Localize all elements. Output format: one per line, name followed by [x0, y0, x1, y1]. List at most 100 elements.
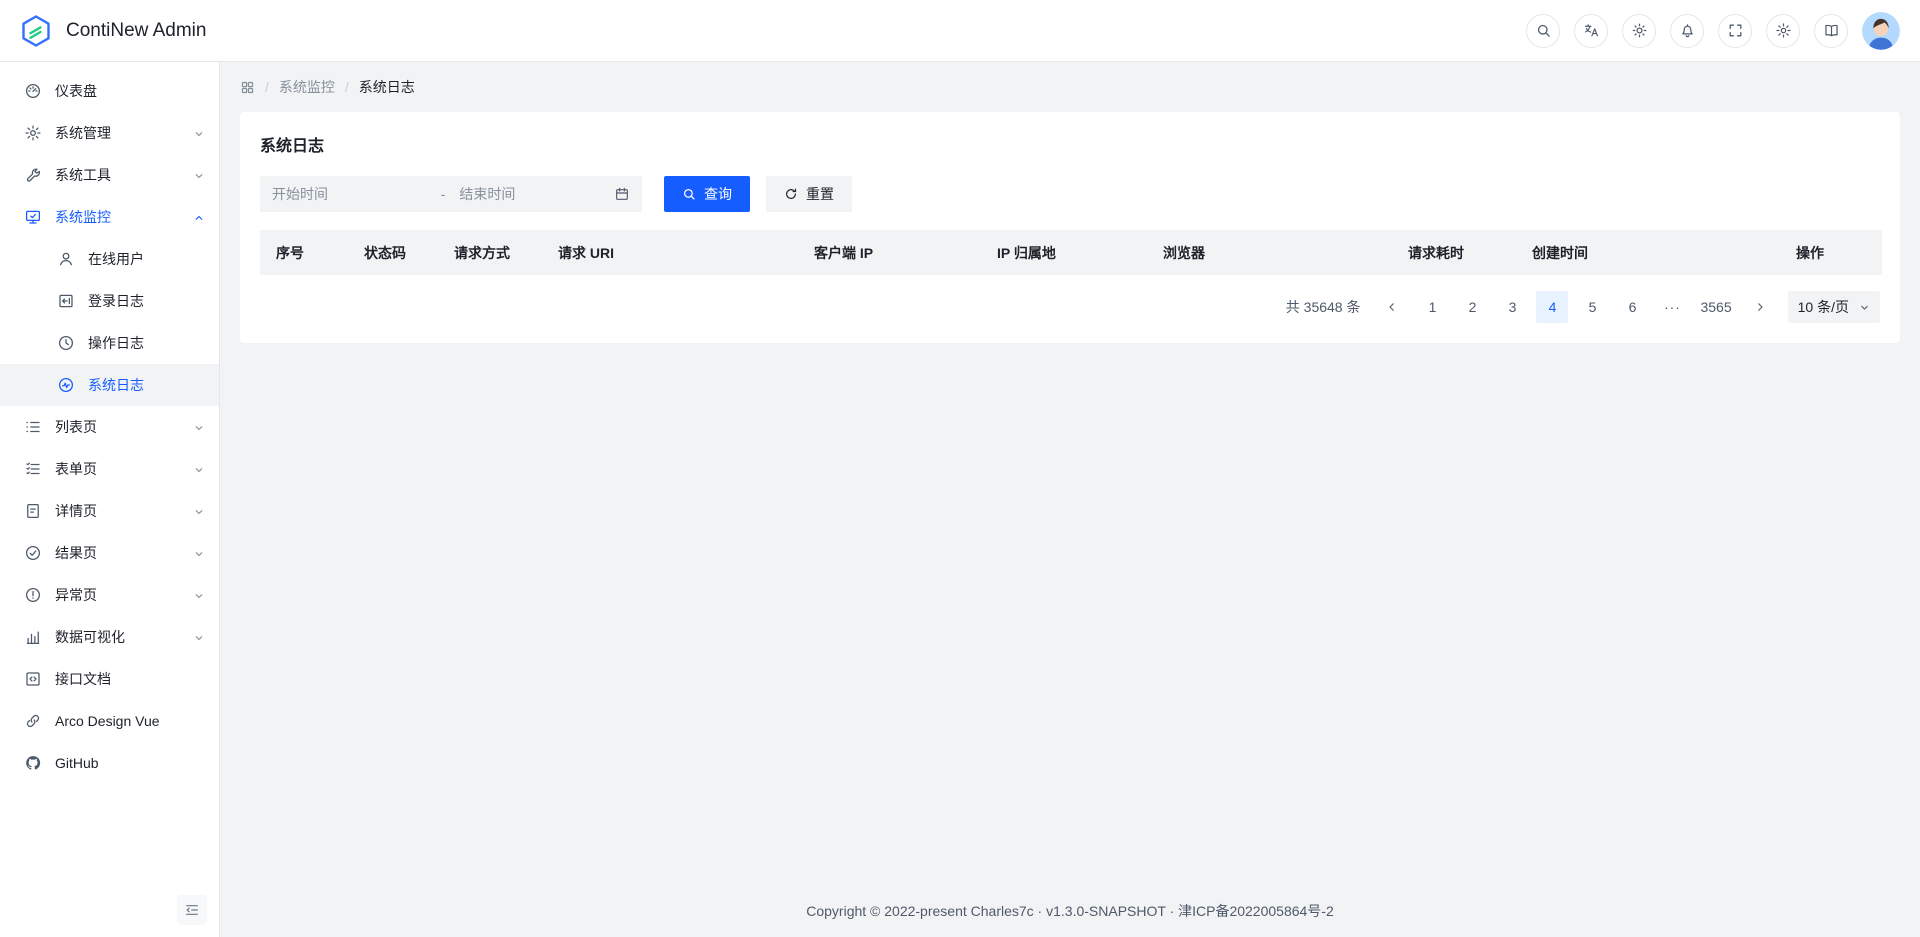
system-log-card: 系统日志 开始时间 - 结束时间 查询 重置: [240, 112, 1900, 343]
query-button-label: 查询: [704, 184, 732, 204]
date-range-picker[interactable]: 开始时间 - 结束时间: [260, 176, 642, 212]
next-page-icon[interactable]: [1744, 291, 1776, 323]
sidebar-item-label: 接口文档: [55, 669, 205, 689]
sidebar-item-system-monitor[interactable]: 系统监控: [0, 196, 219, 238]
prev-page-icon[interactable]: [1376, 291, 1408, 323]
sidebar-item-data-visualization[interactable]: 数据可视化: [0, 616, 219, 658]
query-button[interactable]: 查询: [664, 176, 750, 212]
chevup-icon: [193, 211, 205, 223]
monitor-icon: [24, 208, 42, 226]
settings-gear-icon[interactable]: [1766, 14, 1800, 48]
breadcrumb-item-monitor[interactable]: 系统监控: [279, 77, 335, 97]
column-header: 状态码: [348, 230, 438, 275]
sidebar-item-label: 异常页: [55, 585, 193, 605]
sidebar-item-system-log[interactable]: 系统日志: [0, 364, 219, 406]
sidebar-item-login-log[interactable]: 登录日志: [0, 280, 219, 322]
app-window: ContiNew Admin 仪表盘系统管理系统工具系统监控在线用户登录日志操作…: [0, 0, 1920, 937]
brand[interactable]: ContiNew Admin: [18, 13, 206, 49]
notification-bell-icon[interactable]: [1670, 14, 1704, 48]
sidebar-item-dashboard[interactable]: 仪表盘: [0, 70, 219, 112]
page-size-select[interactable]: 10 条/页: [1788, 291, 1880, 323]
chevdown-icon: [193, 127, 205, 139]
sidebar: 仪表盘系统管理系统工具系统监控在线用户登录日志操作日志系统日志列表页表单页详情页…: [0, 62, 220, 937]
sidebar-item-label: 系统日志: [88, 375, 205, 395]
page-number-1[interactable]: 1: [1416, 291, 1448, 323]
page-number-2[interactable]: 2: [1456, 291, 1488, 323]
sidebar-item-arco-design-vue[interactable]: Arco Design Vue: [0, 700, 219, 742]
log-table: 序号状态码请求方式请求 URI客户端 IPIP 归属地浏览器请求耗时创建时间操作: [260, 230, 1882, 275]
start-time-placeholder: 开始时间: [272, 184, 427, 204]
dashboard-icon: [24, 82, 42, 100]
sidebar-item-exception-page[interactable]: 异常页: [0, 574, 219, 616]
sidebar-item-list-page[interactable]: 列表页: [0, 406, 219, 448]
apps-grid-icon[interactable]: [240, 80, 255, 95]
sidebar-item-result-page[interactable]: 结果页: [0, 532, 219, 574]
list-icon: [24, 418, 42, 436]
github-icon: [24, 754, 42, 772]
column-header: 序号: [260, 230, 348, 275]
breadcrumb-separator: /: [345, 79, 349, 95]
sidebar-item-system-manage[interactable]: 系统管理: [0, 112, 219, 154]
sidebar-item-api-doc[interactable]: 接口文档: [0, 658, 219, 700]
chevdown-icon: [193, 463, 205, 475]
user-avatar[interactable]: [1862, 12, 1900, 50]
chevdown-icon: [193, 631, 205, 643]
breadcrumb-separator: /: [265, 79, 269, 95]
breadcrumb: / 系统监控 / 系统日志: [220, 62, 1920, 110]
top-header: ContiNew Admin: [0, 0, 1920, 62]
search-icon[interactable]: [1526, 14, 1560, 48]
reset-button[interactable]: 重置: [766, 176, 852, 212]
column-header: 操作: [1780, 230, 1882, 275]
tool-icon: [24, 166, 42, 184]
page-number-6[interactable]: 6: [1616, 291, 1648, 323]
sidebar-item-label: 列表页: [55, 417, 193, 437]
end-time-placeholder: 结束时间: [459, 184, 614, 204]
column-header: 浏览器: [1147, 230, 1392, 275]
sidebar-item-label: 系统工具: [55, 165, 193, 185]
form-icon: [24, 460, 42, 478]
pagination: 共 35648 条 123456···3565 10 条/页: [260, 291, 1880, 323]
docs-book-icon[interactable]: [1814, 14, 1848, 48]
table-header-row: 序号状态码请求方式请求 URI客户端 IPIP 归属地浏览器请求耗时创建时间操作: [260, 230, 1882, 275]
chevdown-icon: [193, 547, 205, 559]
chevdown-icon: [193, 169, 205, 181]
column-header: IP 归属地: [981, 230, 1147, 275]
page-number-5[interactable]: 5: [1576, 291, 1608, 323]
sidebar-item-detail-page[interactable]: 详情页: [0, 490, 219, 532]
page-number-list: 123456···3565: [1416, 291, 1735, 323]
sidebar-collapse-icon[interactable]: [177, 895, 207, 925]
page-title: 系统日志: [260, 132, 1880, 156]
sidebar-item-form-page[interactable]: 表单页: [0, 448, 219, 490]
pagination-total: 共 35648 条: [1286, 297, 1361, 317]
sidebar-item-system-tool[interactable]: 系统工具: [0, 154, 219, 196]
sidebar-item-label: 仪表盘: [55, 81, 205, 101]
page-number-3[interactable]: 3: [1496, 291, 1528, 323]
breadcrumb-item-current: 系统日志: [359, 77, 415, 97]
app-title: ContiNew Admin: [66, 20, 206, 42]
sidebar-item-label: 操作日志: [88, 333, 205, 353]
sidebar-item-label: 结果页: [55, 543, 193, 563]
translate-icon[interactable]: [1574, 14, 1608, 48]
sidebar-item-label: Arco Design Vue: [55, 713, 205, 729]
sidebar-item-github[interactable]: GitHub: [0, 742, 219, 784]
page-ellipsis[interactable]: ···: [1656, 291, 1688, 323]
page-number-3565[interactable]: 3565: [1696, 291, 1735, 323]
column-header: 请求 URI: [542, 230, 798, 275]
fullscreen-icon[interactable]: [1718, 14, 1752, 48]
chevdown-icon: [193, 421, 205, 433]
user-icon: [57, 250, 75, 268]
page-size-value: 10 条/页: [1798, 297, 1849, 317]
link-icon: [24, 712, 42, 730]
theme-sun-icon[interactable]: [1622, 14, 1656, 48]
apidoc-icon: [24, 670, 42, 688]
sidebar-item-label: 登录日志: [88, 291, 205, 311]
sidebar-item-operation-log[interactable]: 操作日志: [0, 322, 219, 364]
main-content: / 系统监控 / 系统日志 系统日志 开始时间 - 结束时间 查询: [220, 62, 1920, 937]
chart-icon: [24, 628, 42, 646]
sidebar-item-label: GitHub: [55, 755, 205, 771]
sidebar-item-online-user[interactable]: 在线用户: [0, 238, 219, 280]
page-number-4[interactable]: 4: [1536, 291, 1568, 323]
footer-copyright: Copyright © 2022-present Charles7c · v1.…: [220, 875, 1920, 937]
sidebar-menu: 仪表盘系统管理系统工具系统监控在线用户登录日志操作日志系统日志列表页表单页详情页…: [0, 70, 219, 784]
filter-bar: 开始时间 - 结束时间 查询 重置: [260, 176, 1880, 212]
